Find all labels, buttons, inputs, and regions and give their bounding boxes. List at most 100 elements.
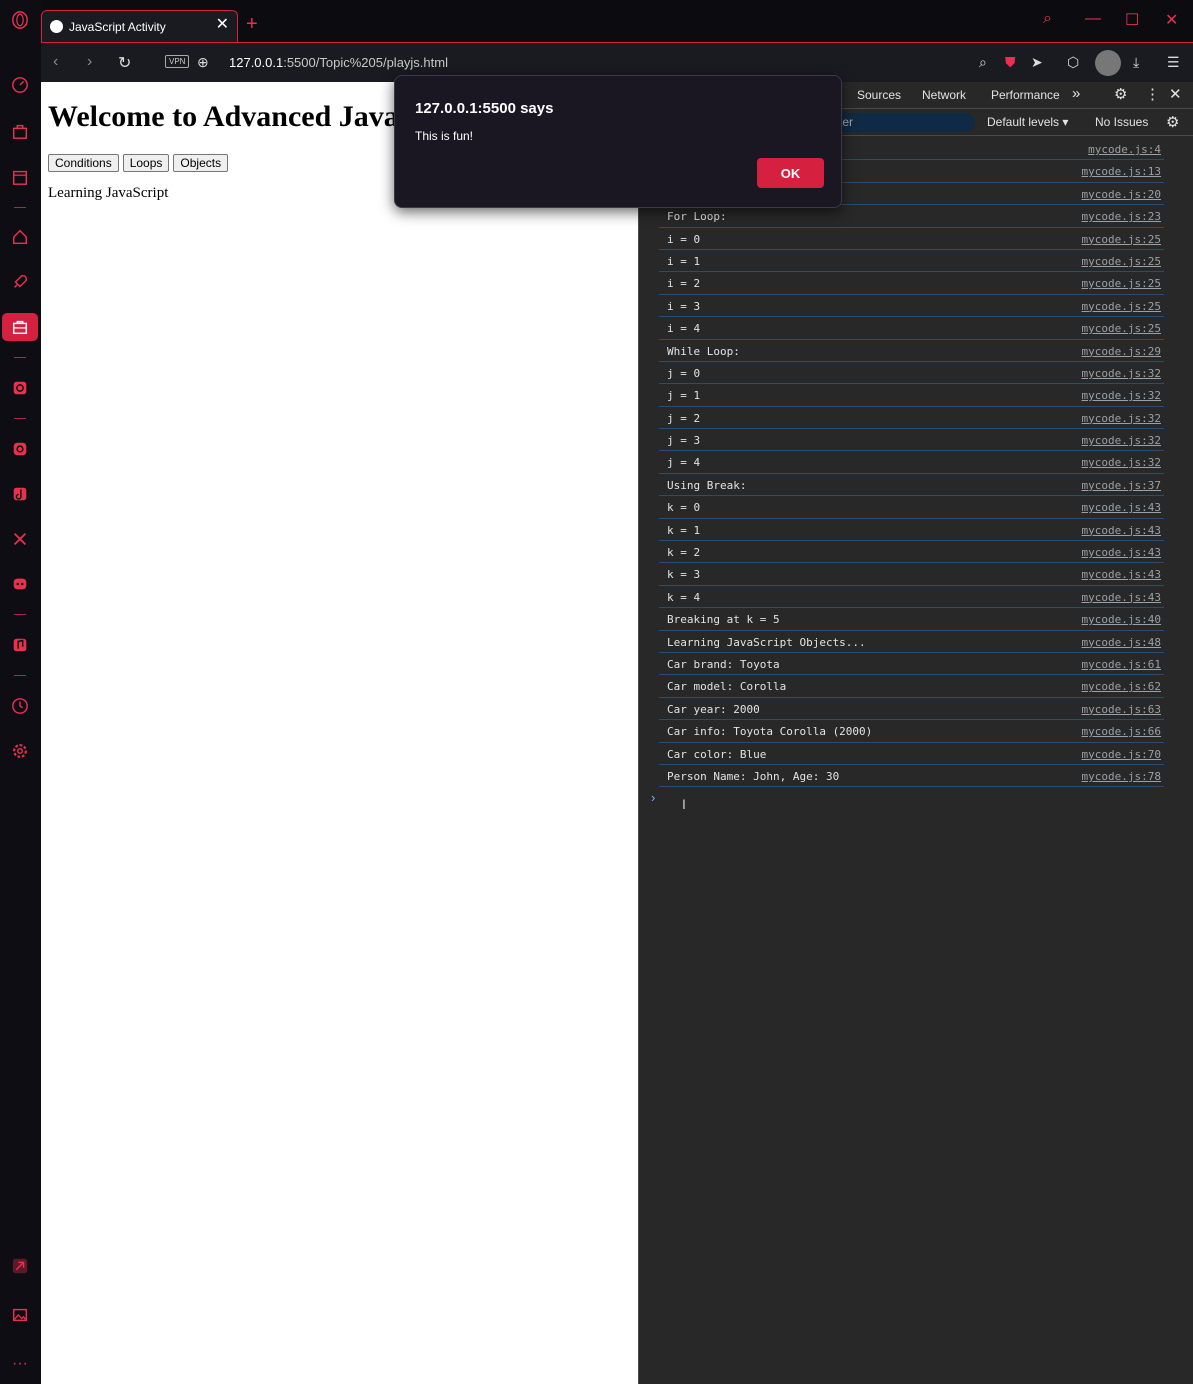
console-settings-icon[interactable]: ⚙ [1166, 113, 1179, 131]
log-message: i = 2 [667, 277, 701, 291]
issues-counter[interactable]: No Issues [1095, 115, 1148, 129]
minimize-icon[interactable]: — [1085, 10, 1101, 28]
log-source-link[interactable]: mycode.js:29 [1082, 345, 1161, 358]
log-source-link[interactable]: mycode.js:78 [1082, 770, 1161, 783]
log-message: Learning JavaScript Objects... [667, 635, 866, 649]
more-dots-icon[interactable]: ··· [8, 1352, 32, 1376]
log-message: k = 3 [667, 568, 701, 582]
calendar-icon[interactable] [8, 165, 32, 189]
console-log-row: k = 4 mycode.js:43 [659, 586, 1164, 609]
speed-dial-icon[interactable] [8, 73, 32, 97]
log-source-link[interactable]: mycode.js:32 [1082, 389, 1161, 402]
ok-button[interactable]: OK [757, 158, 824, 188]
default-levels-dropdown[interactable]: Default levels ▾ [987, 115, 1068, 129]
log-source-link[interactable]: mycode.js:61 [1082, 658, 1161, 671]
search-icon[interactable]: ⌕ [1043, 10, 1052, 28]
devtools-panel: Sources Network Performance » ⚙ ⋮ ✕ ter … [638, 82, 1193, 1384]
log-source-link[interactable]: mycode.js:32 [1082, 367, 1161, 380]
levels-label: Default levels [987, 115, 1060, 129]
devtools-settings-icon[interactable]: ⚙ [1114, 85, 1127, 103]
more-tabs-chevron-icon[interactable]: » [1072, 85, 1080, 102]
log-source-link[interactable]: mycode.js:43 [1082, 568, 1161, 581]
console-log-row: i = 1 mycode.js:25 [659, 250, 1164, 273]
home-icon[interactable] [8, 225, 32, 249]
tab-network[interactable]: Network [922, 88, 966, 102]
tab-close-icon[interactable]: ✕ [216, 17, 229, 33]
send-icon[interactable]: ➤ [1031, 54, 1043, 71]
opera-logo-icon[interactable] [8, 8, 32, 32]
log-message: Breaking at k = 5 [667, 613, 780, 627]
objects-button[interactable]: Objects [173, 154, 229, 172]
extensions-cube-icon[interactable]: ⬡ [1067, 54, 1079, 71]
console-log-row: Car model: Corolla mycode.js:62 [659, 675, 1164, 698]
find-icon[interactable]: ⌕ [979, 54, 987, 71]
new-tab-plus-icon[interactable]: + [246, 14, 258, 34]
log-source-link[interactable]: mycode.js:70 [1082, 748, 1161, 761]
log-source-link[interactable]: mycode.js:13 [1082, 165, 1161, 178]
console-log-row: k = 2 mycode.js:43 [659, 541, 1164, 564]
log-source-link[interactable]: mycode.js:43 [1082, 524, 1161, 537]
log-source-link[interactable]: mycode.js:20 [1082, 188, 1161, 201]
url-field[interactable]: 127.0.0.1:5500/Topic%205/playjs.html [229, 55, 448, 70]
rocket-icon[interactable] [8, 270, 32, 294]
log-source-link[interactable]: mycode.js:23 [1082, 210, 1161, 223]
log-source-link[interactable]: mycode.js:25 [1082, 322, 1161, 335]
log-source-link[interactable]: mycode.js:43 [1082, 501, 1161, 514]
tab-performance[interactable]: Performance [991, 88, 1060, 102]
log-message: Car color: Blue [667, 747, 767, 761]
log-source-link[interactable]: mycode.js:62 [1082, 680, 1161, 693]
log-source-link[interactable]: mycode.js:32 [1082, 412, 1161, 425]
shopping-bag-icon[interactable] [8, 119, 32, 143]
close-devtools-icon[interactable]: ✕ [1169, 85, 1182, 103]
back-arrow-icon[interactable]: ‹ [53, 53, 58, 71]
log-source-link[interactable]: mycode.js:25 [1082, 277, 1161, 290]
settings-gear-icon[interactable] [8, 739, 32, 763]
log-source-link[interactable]: mycode.js:40 [1082, 613, 1161, 626]
text-cursor-icon[interactable]: I [682, 796, 686, 812]
log-message: j = 3 [667, 434, 701, 448]
maximize-icon[interactable]: ☐ [1125, 10, 1139, 30]
music-player-icon[interactable] [8, 633, 32, 657]
discord-icon[interactable] [8, 572, 32, 596]
close-window-icon[interactable]: ✕ [1165, 10, 1178, 30]
log-source-link[interactable]: mycode.js:25 [1082, 233, 1161, 246]
download-icon[interactable]: ⤓ [1133, 54, 1139, 71]
reload-icon[interactable]: ↻ [118, 53, 131, 73]
forward-arrow-icon[interactable]: › [87, 53, 92, 71]
log-source-link[interactable]: mycode.js:63 [1082, 703, 1161, 716]
pinned-app-icon[interactable] [8, 1254, 32, 1278]
loops-button[interactable]: Loops [122, 154, 170, 172]
conditions-button[interactable]: Conditions [48, 154, 119, 172]
profile-avatar[interactable] [1095, 50, 1121, 76]
log-message: While Loop: [667, 344, 740, 358]
log-source-link[interactable]: mycode.js:32 [1082, 456, 1161, 469]
log-source-link[interactable]: mycode.js:43 [1082, 546, 1161, 559]
gallery-image-icon[interactable] [8, 1303, 32, 1327]
browser-tab[interactable]: JavaScript Activity ✕ [41, 10, 238, 42]
log-source-link[interactable]: mycode.js:4 [1088, 143, 1161, 156]
vpn-badge[interactable]: VPN [165, 55, 190, 68]
instagram-icon[interactable] [8, 437, 32, 461]
log-source-link[interactable]: mycode.js:48 [1082, 636, 1161, 649]
easy-setup-menu-icon[interactable]: ☰ [1167, 54, 1180, 71]
aria-ai-icon[interactable] [8, 376, 32, 400]
tab-sources[interactable]: Sources [857, 88, 901, 102]
tab-strip: JavaScript Activity ✕ + ⌕ — ☐ ✕ [41, 0, 1193, 42]
log-source-link[interactable]: mycode.js:37 [1082, 479, 1161, 492]
console-prompt-chevron-icon: › [651, 790, 656, 805]
x-twitter-icon[interactable] [8, 527, 32, 551]
site-info-globe-icon[interactable]: ⊕ [197, 54, 209, 71]
page-button-group: Conditions Loops Objects [48, 154, 229, 172]
log-source-link[interactable]: mycode.js:43 [1082, 591, 1161, 604]
log-source-link[interactable]: mycode.js:25 [1082, 255, 1161, 268]
briefcase-icon[interactable] [8, 315, 32, 339]
history-clock-icon[interactable] [8, 694, 32, 718]
tiktok-icon[interactable] [8, 482, 32, 506]
log-source-link[interactable]: mycode.js:25 [1082, 300, 1161, 313]
log-message: i = 3 [667, 299, 701, 313]
log-message: j = 0 [667, 366, 701, 380]
log-source-link[interactable]: mycode.js:32 [1082, 434, 1161, 447]
adblock-shield-icon[interactable]: ⛊ [1005, 54, 1016, 71]
kebab-menu-icon[interactable]: ⋮ [1145, 85, 1160, 103]
log-source-link[interactable]: mycode.js:66 [1082, 725, 1161, 738]
